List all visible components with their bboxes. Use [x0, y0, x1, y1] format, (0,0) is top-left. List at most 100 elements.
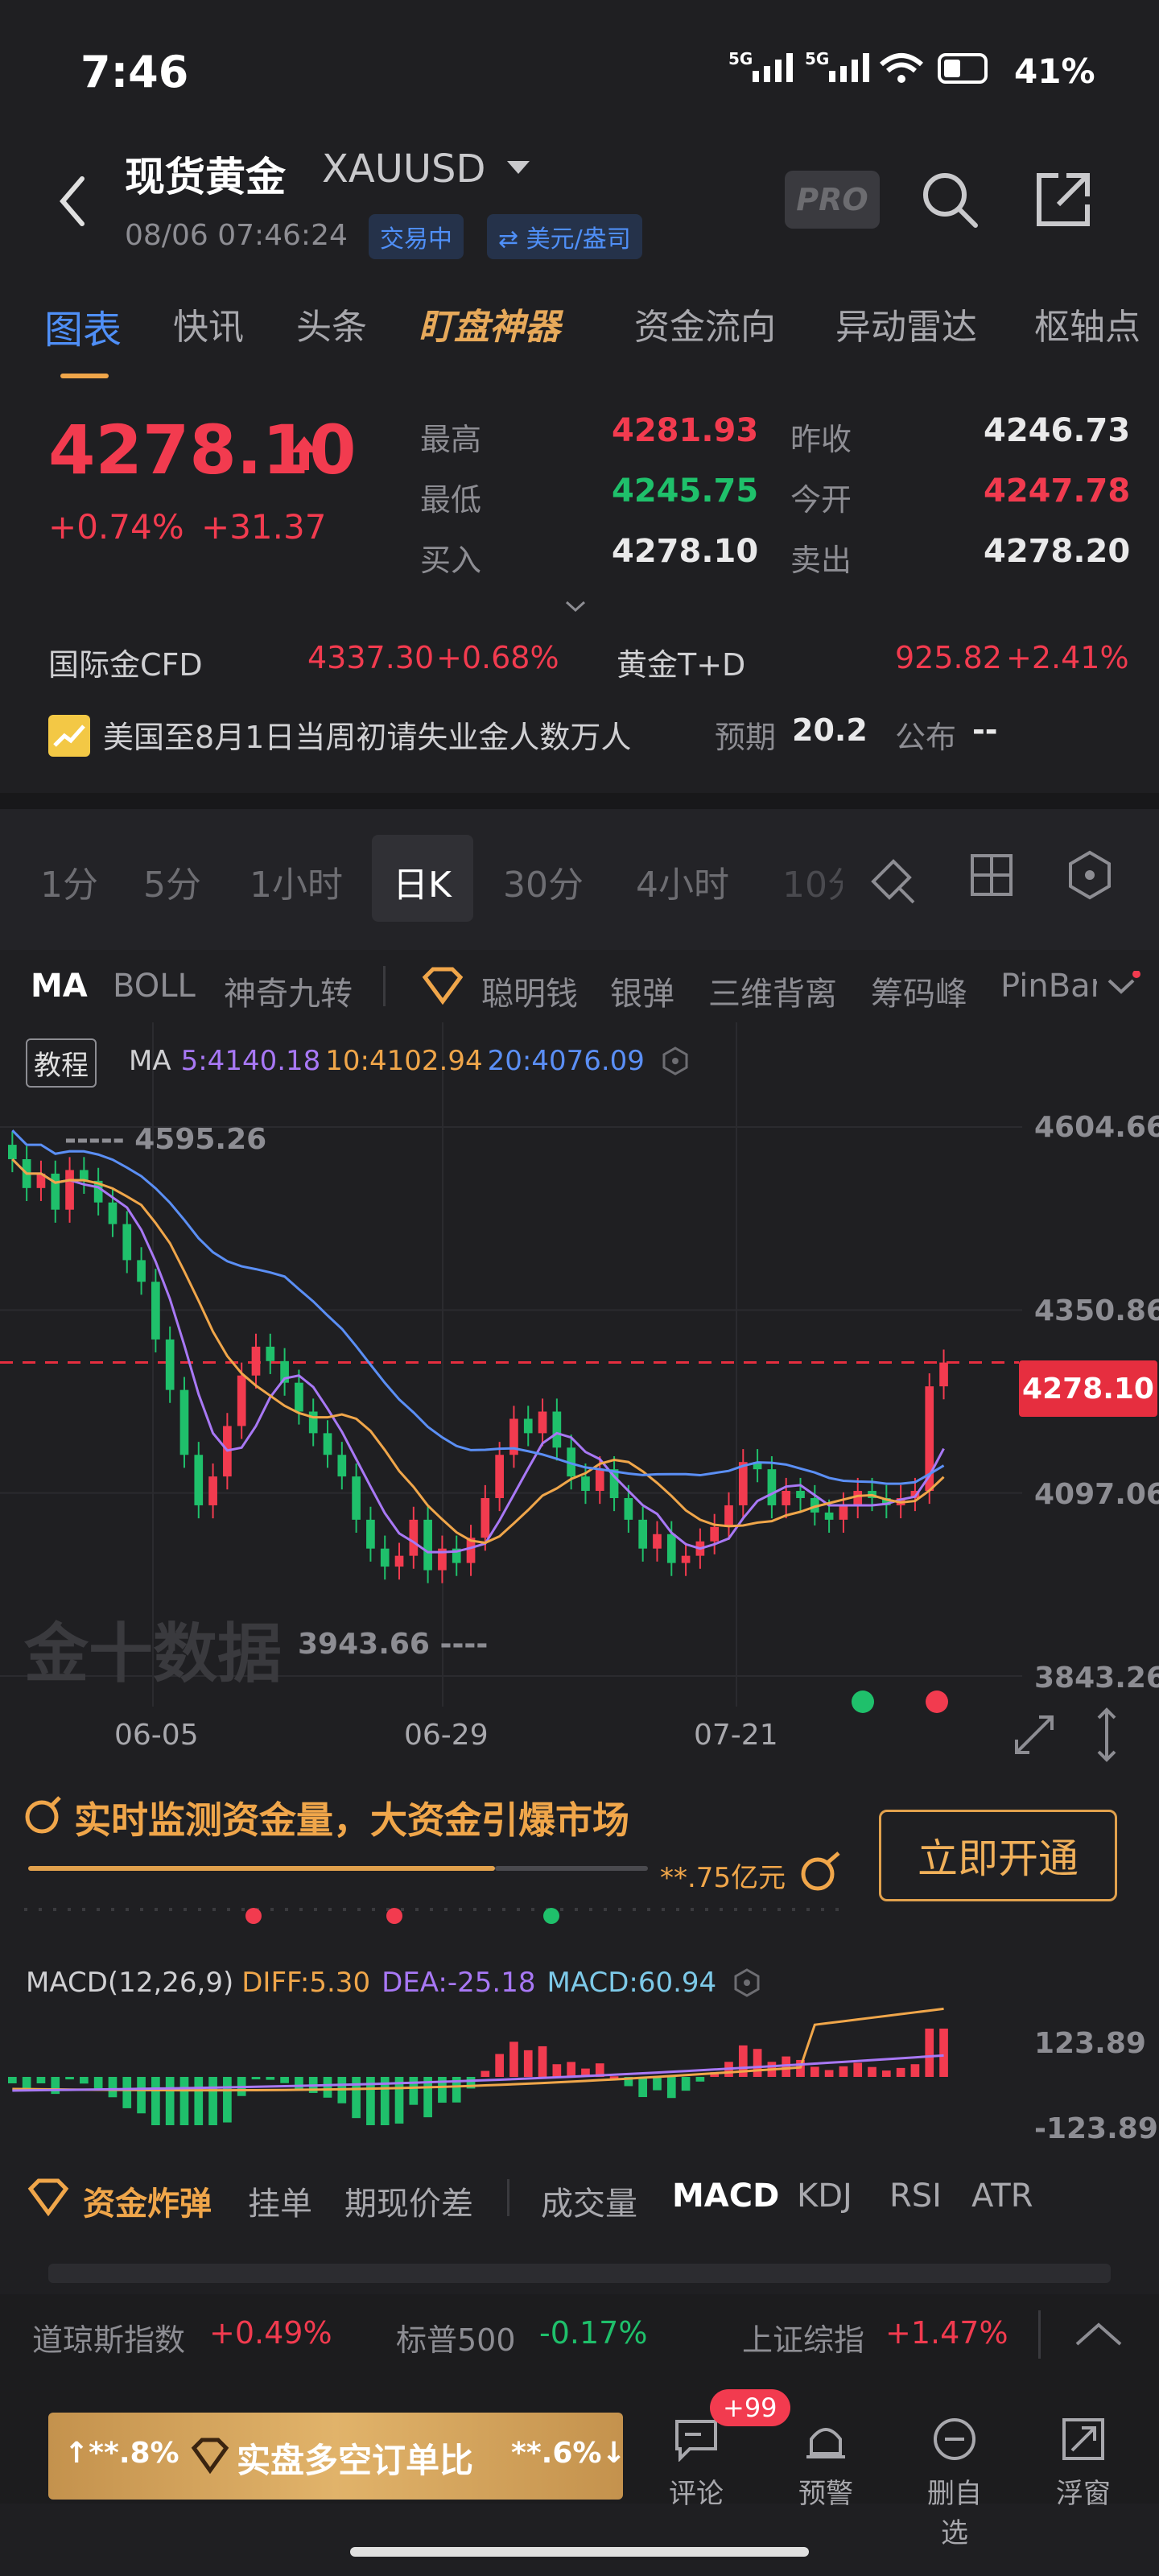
- macd-legend: MACD(12,26,9) DIFF:5.30 DEA:-25.18 MACD:…: [26, 1967, 763, 1999]
- layout-grid-icon[interactable]: [967, 851, 1016, 899]
- tf-1min[interactable]: 1分: [40, 856, 98, 907]
- ind-boll[interactable]: BOLL: [113, 968, 196, 1005]
- diamond-icon: [191, 2438, 229, 2475]
- macd-chart[interactable]: [0, 2000, 1159, 2153]
- candle: [165, 1339, 175, 1390]
- pro-button[interactable]: PRO: [785, 171, 880, 229]
- candle: [65, 1170, 74, 1210]
- candle: [237, 1375, 246, 1426]
- activate-button[interactable]: 立即开通: [879, 1810, 1117, 1901]
- macd-params: MACD(12,26,9): [26, 1967, 234, 1999]
- share-icon[interactable]: [1034, 171, 1092, 229]
- promo-title: 实时监测资金量，大资金引爆市场: [74, 1798, 629, 1842]
- tf-1h[interactable]: 1小时: [250, 856, 343, 907]
- candle: [394, 1555, 404, 1567]
- settings-hex-icon[interactable]: [659, 1045, 691, 1077]
- settings-hex-icon[interactable]: [731, 1967, 763, 1999]
- tab-chart[interactable]: 图表: [44, 298, 122, 354]
- bid-label: 买入: [420, 543, 482, 578]
- candle: [137, 1260, 146, 1282]
- back-arrow-icon[interactable]: [48, 169, 97, 233]
- td-label[interactable]: 黄金T+D: [617, 640, 745, 684]
- ind-td9[interactable]: 神奇九转: [224, 968, 353, 1014]
- tutorial-button[interactable]: 教程: [26, 1038, 97, 1088]
- instrument-symbol[interactable]: XAUUSD: [322, 147, 485, 192]
- tab-basis[interactable]: 期现价差: [344, 2178, 473, 2224]
- ind-smart-money[interactable]: 聪明钱: [481, 968, 578, 1014]
- long-short-ratio-bar[interactable]: ↑**.8% 实盘多空订单比 **.6%↓: [48, 2413, 626, 2500]
- macd-bar: [208, 2077, 217, 2125]
- tab-radar[interactable]: 异动雷达: [835, 298, 977, 349]
- tab-monitor[interactable]: 盯盘神器: [419, 298, 560, 349]
- comment-icon[interactable]: [672, 2417, 720, 2462]
- macd-bar: [538, 2046, 547, 2077]
- candle: [824, 1512, 834, 1520]
- index-sp500-name[interactable]: 标普500: [396, 2315, 516, 2359]
- chevron-up-icon[interactable]: [1070, 2317, 1127, 2352]
- draw-tool-icon[interactable]: [865, 849, 922, 906]
- event-dot-green[interactable]: [852, 1690, 874, 1713]
- expand-chevron-icon[interactable]: [563, 594, 588, 618]
- expect-value: 20.2: [792, 712, 868, 748]
- econ-event-row[interactable]: 美国至8月1日当周初请失业金人数万人 预期 20.2 公布 --: [48, 712, 1127, 761]
- tab-flash[interactable]: 快讯: [173, 298, 244, 349]
- tf-daily[interactable]: 日K: [393, 856, 452, 907]
- alert-label[interactable]: 预警: [786, 2471, 866, 2511]
- event-dot-red[interactable]: [926, 1690, 948, 1713]
- macd-bar: [638, 2077, 648, 2098]
- ind-ma[interactable]: MA: [31, 968, 88, 1005]
- tab-pivot[interactable]: 枢轴点: [1034, 298, 1140, 349]
- tab-kdj[interactable]: KDJ: [797, 2178, 852, 2215]
- ind-pinbar[interactable]: PinBar: [1000, 968, 1097, 1005]
- y-axis-label: 3843.26: [1034, 1662, 1159, 1695]
- remove-watchlist-icon[interactable]: [930, 2415, 979, 2463]
- comment-label[interactable]: 评论: [656, 2471, 736, 2511]
- tf-30min[interactable]: 30分: [503, 856, 584, 907]
- tab-macd[interactable]: MACD: [672, 2178, 779, 2215]
- ind-divergence[interactable]: 三维背离: [708, 968, 837, 1014]
- settings-hex-icon[interactable]: [1064, 849, 1116, 901]
- index-dow-name[interactable]: 道琼斯指数: [32, 2315, 185, 2359]
- float-window-icon[interactable]: [1059, 2415, 1107, 2463]
- candle: [122, 1224, 132, 1261]
- candle: [666, 1534, 676, 1563]
- tab-orders[interactable]: 挂单: [248, 2178, 312, 2224]
- search-icon[interactable]: [918, 167, 982, 232]
- tf-10min[interactable]: 10分: [782, 856, 843, 907]
- macd-bar: [681, 2077, 691, 2091]
- promo-amount: **.75亿元: [660, 1862, 786, 1894]
- tab-atr[interactable]: ATR: [971, 2178, 1033, 2215]
- high-marker: ----- 4595.26: [64, 1123, 267, 1156]
- ind-chip-peak[interactable]: 筹码峰: [871, 968, 967, 1014]
- fullscreen-icon[interactable]: [1010, 1711, 1058, 1759]
- macd-value: MACD:60.94: [547, 1967, 717, 1999]
- alarm-icon[interactable]: [802, 2417, 850, 2462]
- cfd-label[interactable]: 国际金CFD: [48, 640, 203, 684]
- ind-silver-bullet[interactable]: 银弹: [610, 968, 674, 1014]
- chevron-down-icon[interactable]: [1101, 971, 1141, 1003]
- tab-fund-flow[interactable]: 资金流向: [634, 298, 776, 349]
- remove-label[interactable]: 删自选: [914, 2471, 995, 2550]
- macd-bar: [839, 2066, 848, 2077]
- macd-bar: [8, 2077, 17, 2083]
- tab-headlines[interactable]: 头条: [296, 298, 367, 349]
- tf-4h[interactable]: 4小时: [636, 856, 729, 907]
- candle: [323, 1433, 332, 1455]
- candle: [552, 1411, 562, 1448]
- float-label[interactable]: 浮窗: [1043, 2471, 1124, 2511]
- tab-rsi[interactable]: RSI: [889, 2178, 942, 2215]
- tab-fund-bomb[interactable]: 资金炸弹: [83, 2178, 212, 2224]
- macd-bar: [753, 2049, 762, 2077]
- vertical-scale-icon[interactable]: [1091, 1707, 1123, 1763]
- tf-5min[interactable]: 5分: [143, 856, 201, 907]
- td-change: +2.41%: [1006, 640, 1129, 675]
- macd-bar: [910, 2064, 920, 2077]
- index-dow-change: +0.49%: [209, 2315, 332, 2351]
- macd-bar: [868, 2066, 876, 2077]
- open-label: 今开: [790, 482, 852, 518]
- index-shanghai-name[interactable]: 上证综指: [742, 2315, 864, 2359]
- tab-volume[interactable]: 成交量: [541, 2178, 637, 2224]
- chevron-down-icon[interactable]: [507, 161, 530, 174]
- candle: [782, 1491, 791, 1505]
- unit-toggle[interactable]: ⇄ 美元/盎司: [487, 214, 642, 259]
